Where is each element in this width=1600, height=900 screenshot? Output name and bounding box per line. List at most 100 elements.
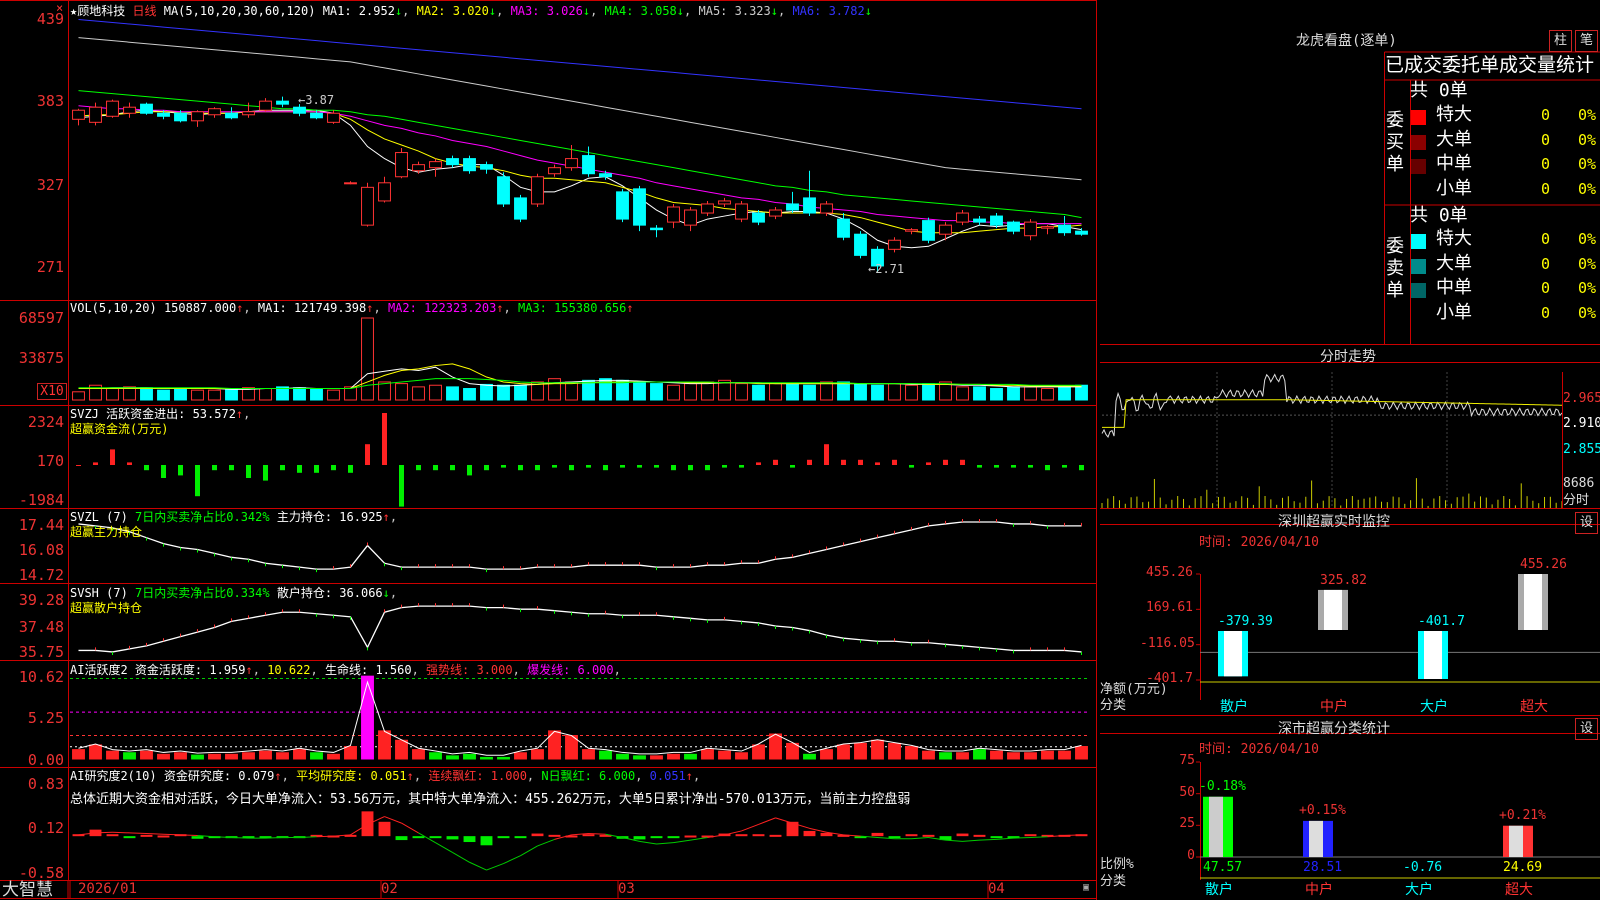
- research-bar: [684, 835, 697, 838]
- fund-flow-bar: [824, 444, 829, 465]
- stats-category-label: 大户: [1405, 882, 1433, 898]
- color-swatch: [1411, 134, 1426, 150]
- activity-bar: [939, 752, 952, 760]
- x-label-apr: 04: [988, 881, 1005, 897]
- volume-bar: [922, 383, 935, 401]
- arrow-down-icon: ↓: [394, 4, 403, 18]
- research-line-seg: [299, 836, 317, 838]
- candle: [786, 203, 799, 211]
- stock-terminal: { "stock":{"star":"★","name":"顾地科技","per…: [0, 0, 1600, 900]
- order-count: 0: [1541, 254, 1551, 273]
- research-line-seg: [537, 838, 555, 847]
- research-line-seg: [690, 836, 708, 841]
- stats-bar-value: -0.76: [1403, 860, 1443, 875]
- stats-change-label: +0.21%: [1499, 807, 1546, 823]
- volume-bar: [1007, 386, 1020, 401]
- fund-flow-bar: [569, 465, 574, 471]
- svsh-ytick: 39.28: [18, 591, 64, 609]
- fund-flow-bar: [875, 462, 880, 465]
- volume-bar: [259, 388, 272, 401]
- activity-bar: [463, 753, 476, 760]
- ai-research-header: AI研究度2(10) 资金研究度: 0.079↑, 平均研究度: 0.051↑,…: [70, 769, 701, 783]
- order-size-label: 小单: [1436, 301, 1472, 323]
- fund-flow-bar: [263, 465, 268, 481]
- volume-bar: [854, 383, 867, 401]
- volume-bar: [480, 383, 493, 401]
- stock-name[interactable]: 顾地科技: [77, 4, 125, 18]
- ai-activity-header: AI活跃度2 资金活跃度: 1.959↑, 10.622, 生命线: 1.560…: [70, 663, 621, 677]
- activity-bar: [276, 752, 289, 760]
- kline-chart-area[interactable]: [0, 0, 1100, 900]
- candle: [922, 220, 935, 241]
- fund-flow-bar: [110, 449, 115, 465]
- period-label[interactable]: 日线: [132, 4, 156, 18]
- monitor-settings-button[interactable]: 设: [1575, 512, 1598, 534]
- vol-unit-button[interactable]: X10: [37, 383, 67, 400]
- monitor-bar-value: -379.39: [1218, 614, 1273, 629]
- indicator-value: MA3: 155380.656: [510, 301, 627, 315]
- fund-flow-bar: [994, 465, 999, 468]
- monitor-bar-value: 455.26: [1520, 557, 1567, 572]
- fund-flow-bar: [348, 465, 353, 473]
- volume-bar: [667, 384, 680, 401]
- activity-bar: [786, 742, 799, 760]
- activity-bar: [123, 752, 136, 760]
- bar-view-button[interactable]: 柱: [1549, 30, 1572, 52]
- volume-bar: [701, 381, 714, 401]
- research-line-seg: [129, 832, 147, 835]
- fund-flow-bar: [1062, 465, 1067, 468]
- svzj-title: SVZJ 活跃资金进出: 53.572: [70, 407, 236, 421]
- volume-bar: [225, 388, 238, 401]
- svzl-ytick: 16.08: [18, 541, 64, 559]
- lock-icon[interactable]: ▣: [1083, 883, 1089, 893]
- candle: [106, 100, 119, 117]
- kline-header: ★顾地科技 日线 MA(5,10,20,30,60,120) MA1: 2.95…: [70, 2, 872, 19]
- indicator-value: MA6: 3.782: [785, 4, 865, 18]
- activity-bar: [752, 744, 765, 760]
- activity-bar: [718, 750, 731, 760]
- candle: [701, 203, 714, 214]
- research-bar: [395, 836, 408, 841]
- activity-bar: [361, 675, 374, 760]
- stats-settings-button[interactable]: 设: [1575, 718, 1598, 740]
- research-line-seg: [469, 861, 487, 871]
- burst-line: 爆发线: 6.000: [527, 663, 614, 677]
- research-line-seg: [588, 833, 606, 835]
- color-swatch: [1411, 283, 1426, 298]
- volume-bar: [548, 378, 561, 401]
- tick-view-button[interactable]: 笔: [1575, 30, 1598, 52]
- activity-bar: [990, 750, 1003, 760]
- order-size-label: 中单: [1436, 153, 1472, 174]
- research-bar: [650, 836, 663, 839]
- research-line-seg: [996, 837, 1014, 840]
- order-count: 0: [1541, 303, 1551, 322]
- research-bar: [667, 836, 680, 839]
- volume-bar: [157, 389, 170, 401]
- activity-bar: [327, 753, 340, 760]
- volume-bar: [327, 389, 340, 401]
- activity-bar: [480, 756, 493, 760]
- stats-ylabel: 比例%: [1100, 857, 1134, 872]
- monitor-category-label: 大户: [1420, 699, 1448, 715]
- activity-bar: [174, 752, 187, 760]
- volume-bar: [565, 381, 578, 401]
- kline-ytick: 327: [36, 176, 64, 194]
- volume-bar: [463, 388, 476, 401]
- research-bar: [633, 836, 646, 840]
- candle: [752, 212, 765, 223]
- research-bar: [582, 834, 595, 837]
- volume-bar: [174, 388, 187, 401]
- order-size-label: 中单: [1436, 277, 1472, 298]
- color-swatch: [1411, 258, 1426, 274]
- research-line-seg: [520, 845, 538, 857]
- research-line-seg: [503, 855, 521, 865]
- candle: [208, 108, 221, 116]
- activity-bar: [378, 730, 391, 760]
- volume-bar: [395, 383, 408, 401]
- intraday-ytick: 2.855: [1563, 442, 1600, 457]
- fund-flow-bar: [144, 465, 149, 471]
- monitor-bar-value: 325.82: [1320, 572, 1367, 588]
- volume-bar: [650, 383, 663, 401]
- candle: [684, 209, 697, 226]
- fund-flow-bar: [314, 465, 319, 473]
